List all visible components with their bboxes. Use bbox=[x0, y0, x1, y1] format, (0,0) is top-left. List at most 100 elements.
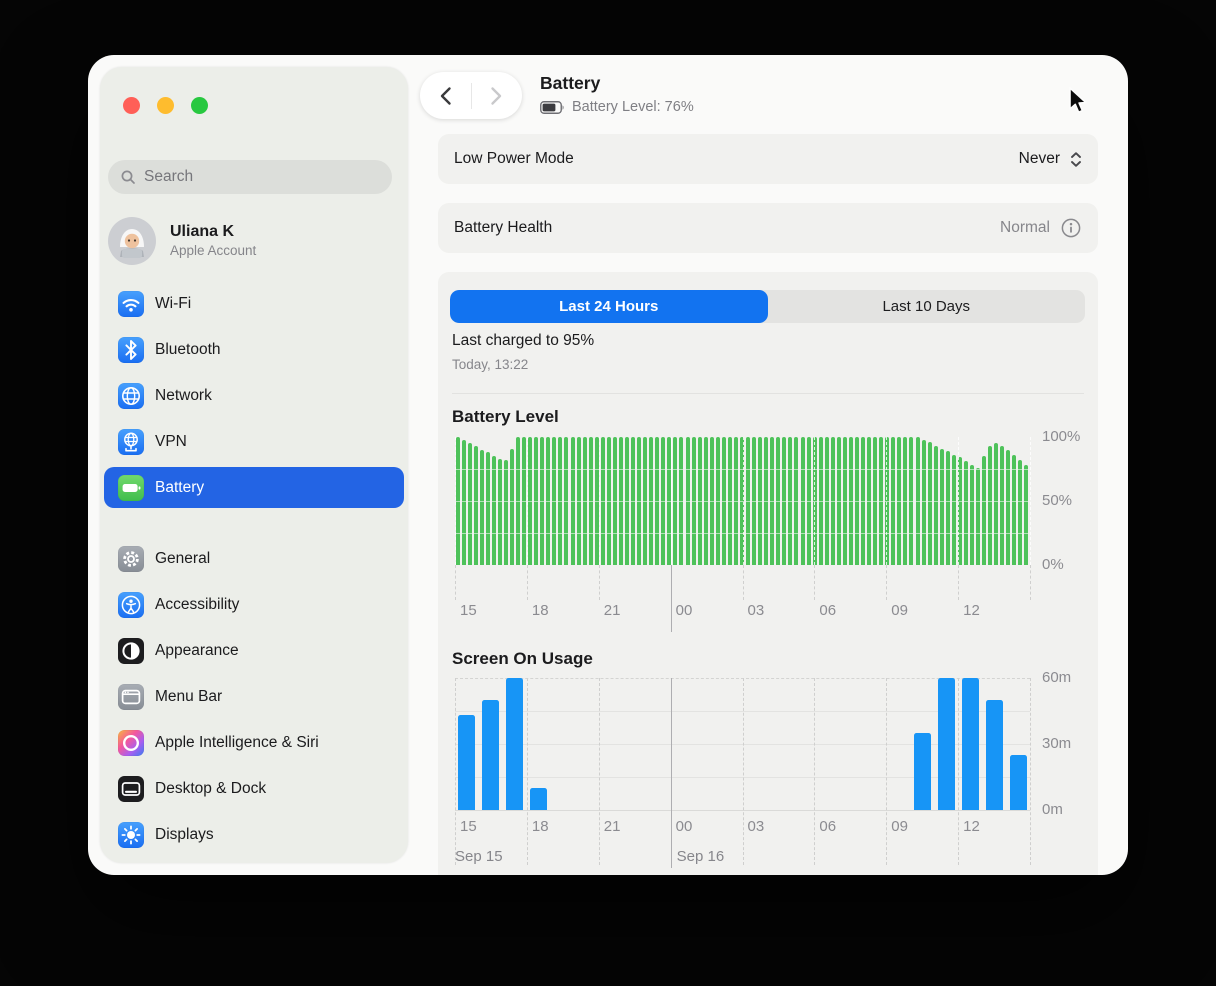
displays-icon bbox=[118, 821, 144, 848]
close-window-button[interactable] bbox=[123, 97, 140, 114]
screen-usage-bar bbox=[961, 678, 979, 810]
x-tick-label: 00 bbox=[675, 818, 693, 835]
account-subtitle: Apple Account bbox=[170, 243, 257, 259]
battery-level-bar bbox=[461, 439, 466, 565]
battery-level-bar bbox=[939, 448, 944, 565]
sidebar-item-desktop-dock[interactable]: Desktop & Dock bbox=[104, 768, 404, 809]
sidebar-item-wi-fi[interactable]: Wi-Fi bbox=[104, 283, 404, 324]
sidebar-item-label: Network bbox=[155, 386, 212, 404]
screen-usage-bar bbox=[985, 700, 1003, 810]
v-gridline bbox=[598, 437, 600, 565]
x-tick-label: 18 bbox=[531, 818, 549, 835]
screen-usage-bar bbox=[530, 788, 548, 810]
sidebar-item-displays[interactable]: Displays bbox=[104, 814, 404, 855]
v-gridline bbox=[886, 678, 888, 865]
account-row[interactable]: Uliana K Apple Account bbox=[108, 213, 400, 269]
search-input[interactable]: Search bbox=[108, 160, 392, 194]
v-gridline bbox=[742, 678, 744, 865]
battery-level-bar bbox=[969, 465, 974, 565]
v-gridline bbox=[814, 678, 816, 865]
x-tick-label: 00 bbox=[675, 602, 693, 619]
screen-usage-bar bbox=[506, 678, 524, 810]
apple-intelligence-icon bbox=[118, 729, 144, 756]
sidebar-item-label: Displays bbox=[155, 825, 214, 843]
x-tick-label: 12 bbox=[963, 602, 980, 619]
x-tick-label: 03 bbox=[747, 602, 765, 619]
battery-level-bar bbox=[933, 445, 938, 565]
network-icon bbox=[118, 382, 144, 409]
forward-button[interactable] bbox=[471, 72, 522, 119]
sidebar-nav: Wi-Fi Bluetooth Network VPN Battery General Ac… bbox=[104, 283, 404, 860]
battery-health-label: Battery Health bbox=[454, 219, 553, 236]
sidebar-item-label: Apple Intelligence & Siri bbox=[155, 733, 319, 751]
battery-level-bar bbox=[921, 439, 926, 565]
appearance-icon bbox=[118, 637, 144, 664]
battery-level-chart: 15 18 21 00 03 06 09 12 100% 50% 0% bbox=[455, 428, 1080, 632]
back-button[interactable] bbox=[420, 72, 471, 119]
menu-bar-icon bbox=[118, 683, 144, 710]
battery-level-bar bbox=[1000, 445, 1005, 565]
panel-divider bbox=[452, 393, 1084, 394]
v-gridline bbox=[598, 565, 600, 600]
last-charged-title: Last charged to 95% bbox=[452, 332, 595, 349]
info-icon[interactable] bbox=[1060, 217, 1082, 239]
sidebar-item-accessibility[interactable]: Accessibility bbox=[104, 584, 404, 625]
avatar bbox=[108, 217, 156, 265]
sidebar: Search Uliana K Apple Account Wi-Fi Blue… bbox=[100, 67, 408, 863]
stepper-icon[interactable] bbox=[1070, 151, 1082, 167]
screen-usage-bar bbox=[937, 678, 955, 810]
sidebar-item-battery[interactable]: Battery bbox=[104, 467, 404, 508]
midnight-gridline bbox=[670, 437, 672, 565]
battery-level-bar bbox=[473, 445, 478, 565]
search-placeholder: Search bbox=[144, 168, 194, 185]
sidebar-item-menu-bar[interactable]: Menu Bar bbox=[104, 676, 404, 717]
sidebar-item-bluetooth[interactable]: Bluetooth bbox=[104, 329, 404, 370]
x-tick-label: 21 bbox=[603, 602, 621, 619]
battery-level-bar bbox=[467, 443, 472, 565]
sidebar-item-label: Menu Bar bbox=[155, 687, 223, 705]
y-tick-label: 60m bbox=[1042, 669, 1072, 686]
v-gridline bbox=[742, 437, 744, 565]
sidebar-item-network[interactable]: Network bbox=[104, 375, 404, 416]
battery-level-bar bbox=[509, 448, 514, 565]
sidebar-item-vpn[interactable]: VPN bbox=[104, 421, 404, 462]
page-title: Battery bbox=[540, 73, 601, 93]
sidebar-item-appearance[interactable]: Appearance bbox=[104, 630, 404, 671]
sidebar-item-label: Accessibility bbox=[155, 595, 240, 613]
v-gridline bbox=[455, 437, 456, 565]
battery-level-bar bbox=[982, 456, 987, 565]
chevron-left-icon bbox=[440, 86, 451, 105]
v-gridline bbox=[526, 437, 528, 565]
screen-usage-bar bbox=[1009, 755, 1027, 810]
v-gridline bbox=[526, 678, 528, 865]
y-tick-label: 30m bbox=[1042, 735, 1072, 752]
screen-usage-bar bbox=[482, 700, 500, 810]
gear-icon bbox=[118, 545, 144, 572]
zoom-window-button[interactable] bbox=[191, 97, 208, 114]
sidebar-item-label: Desktop & Dock bbox=[155, 779, 267, 797]
tab-last-10-days[interactable]: Last 10 Days bbox=[768, 290, 1086, 323]
sidebar-item-apple-intelligence-siri[interactable]: Apple Intelligence & Siri bbox=[104, 722, 404, 763]
battery-level-bar bbox=[994, 443, 999, 565]
battery-level-bar bbox=[963, 461, 968, 565]
battery-health-row: Battery Health Normal bbox=[438, 203, 1098, 253]
minimize-window-button[interactable] bbox=[157, 97, 174, 114]
screen-usage-bar bbox=[458, 715, 476, 810]
account-name: Uliana K bbox=[170, 223, 235, 241]
sidebar-item-general[interactable]: General bbox=[104, 538, 404, 579]
x-tick-label: 12 bbox=[963, 818, 980, 835]
v-gridline bbox=[886, 565, 888, 600]
battery-usage-panel: Last 24 Hours Last 10 Days Last charged … bbox=[438, 272, 1098, 875]
battery-level-bar bbox=[1012, 454, 1017, 565]
last-charged-subtitle: Today, 13:22 bbox=[452, 357, 529, 372]
screen-on-usage-chart-title: Screen On Usage bbox=[452, 649, 593, 668]
history-nav-pill bbox=[420, 72, 522, 119]
day-label: Sep 16 bbox=[676, 848, 725, 865]
x-tick-label: 18 bbox=[531, 602, 549, 619]
battery-level-bar bbox=[1006, 449, 1011, 565]
tab-last-24-hours[interactable]: Last 24 Hours bbox=[450, 290, 768, 323]
screen-usage-bar bbox=[913, 733, 931, 810]
battery-level-bar bbox=[491, 456, 496, 565]
v-gridline bbox=[455, 565, 456, 600]
v-gridline bbox=[814, 437, 816, 565]
